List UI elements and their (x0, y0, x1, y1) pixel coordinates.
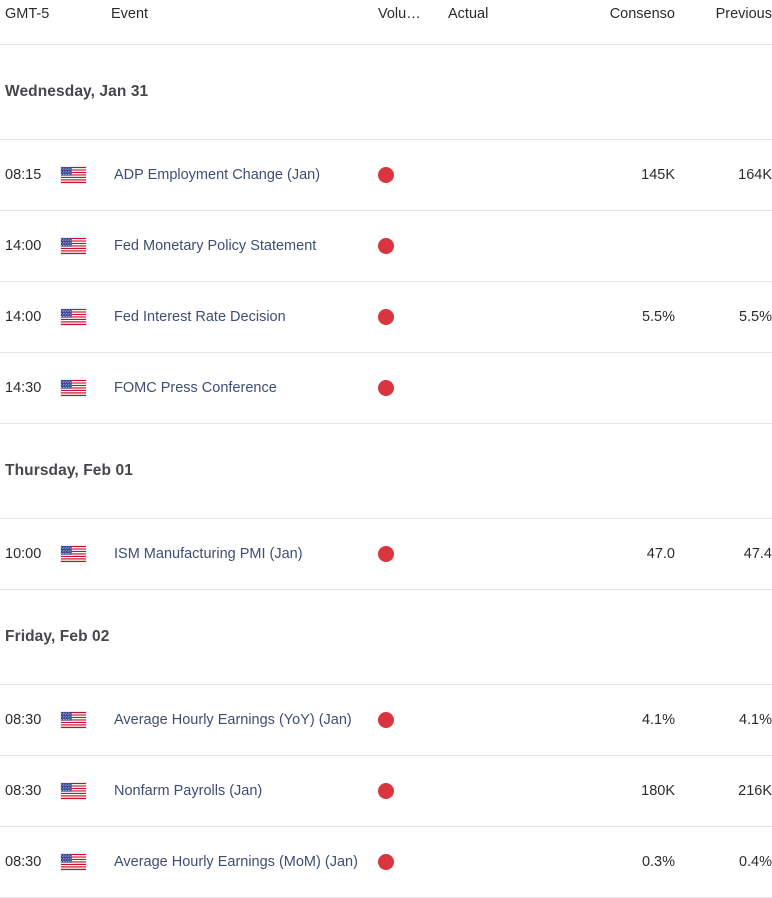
volatility-cell (364, 238, 448, 254)
volatility-high-icon (378, 167, 394, 183)
event-consensus: 180K (641, 782, 675, 799)
event-consensus: 47.0 (646, 545, 675, 562)
volatility-high-icon (378, 546, 394, 562)
column-header-previous[interactable]: Previous (710, 5, 772, 23)
us-flag-icon (60, 166, 87, 184)
event-consensus: 0.3% (641, 853, 675, 870)
event-previous: 164K (738, 166, 772, 183)
event-name[interactable]: Fed Monetary Policy Statement (114, 237, 364, 256)
volatility-cell (364, 546, 448, 562)
date-group-header-1: Thursday, Feb 01 (0, 424, 772, 519)
volatility-cell (364, 309, 448, 325)
event-consensus: 145K (641, 166, 675, 183)
country-flag-cell (57, 237, 114, 255)
event-previous: 0.4% (738, 853, 772, 870)
event-time: 08:30 (5, 711, 42, 728)
table-row[interactable]: 14:00 Fed Monetary Policy Statement (0, 211, 772, 282)
event-previous: 216K (738, 782, 772, 799)
event-time: 10:00 (5, 545, 42, 562)
volatility-cell (364, 712, 448, 728)
us-flag-icon (60, 782, 87, 800)
calendar-body: Wednesday, Jan 31 08:15 ADP Employment C… (0, 45, 772, 898)
event-previous: 4.1% (738, 711, 772, 728)
calendar-header-row: GMT-5 Event Volu… Actual Consenso Previo… (0, 0, 772, 45)
volatility-high-icon (378, 712, 394, 728)
volatility-high-icon (378, 238, 394, 254)
volatility-high-icon (378, 783, 394, 799)
country-flag-cell (57, 545, 114, 563)
date-group-header-0: Wednesday, Jan 31 (0, 45, 772, 140)
date-group-header-2: Friday, Feb 02 (0, 590, 772, 685)
event-previous: 5.5% (738, 308, 772, 325)
volatility-cell (364, 783, 448, 799)
us-flag-icon (60, 308, 87, 326)
column-header-volatility[interactable]: Volu… (364, 5, 448, 23)
event-time: 14:30 (5, 379, 42, 396)
event-time: 08:30 (5, 782, 42, 799)
volatility-high-icon (378, 309, 394, 325)
volatility-cell (364, 854, 448, 870)
column-header-consensus[interactable]: Consenso (560, 5, 710, 23)
event-time: 14:00 (5, 237, 42, 254)
country-flag-cell (57, 711, 114, 729)
us-flag-icon (60, 237, 87, 255)
date-group-label: Friday, Feb 02 (5, 628, 110, 645)
event-name[interactable]: Average Hourly Earnings (YoY) (Jan) (114, 711, 364, 730)
table-row[interactable]: 14:00 Fed Interest Rate Decision 5.5% 5.… (0, 282, 772, 353)
event-consensus: 4.1% (641, 711, 675, 728)
column-header-timezone[interactable]: GMT-5 (0, 5, 57, 23)
event-consensus: 5.5% (641, 308, 675, 325)
us-flag-icon (60, 545, 87, 563)
volatility-cell (364, 380, 448, 396)
table-row[interactable]: 08:15 ADP Employment Change (Jan) 145K 1… (0, 140, 772, 211)
date-group-label: Thursday, Feb 01 (5, 462, 133, 479)
economic-calendar: GMT-5 Event Volu… Actual Consenso Previo… (0, 0, 772, 898)
volatility-high-icon (378, 854, 394, 870)
volatility-high-icon (378, 380, 394, 396)
event-time: 08:30 (5, 853, 42, 870)
country-flag-cell (57, 782, 114, 800)
event-name[interactable]: Nonfarm Payrolls (Jan) (114, 782, 364, 801)
us-flag-icon (60, 379, 87, 397)
event-name[interactable]: ADP Employment Change (Jan) (114, 166, 364, 185)
table-row[interactable]: 08:30 Average Hourly Earnings (MoM) (Jan… (0, 827, 772, 898)
table-row[interactable]: 08:30 Nonfarm Payrolls (Jan) 180K 216K (0, 756, 772, 827)
column-header-actual[interactable]: Actual (448, 5, 560, 23)
table-row[interactable]: 14:30 FOMC Press Conference (0, 353, 772, 424)
us-flag-icon (60, 711, 87, 729)
event-previous: 47.4 (743, 545, 772, 562)
event-time: 08:15 (5, 166, 42, 183)
country-flag-cell (57, 308, 114, 326)
us-flag-icon (60, 853, 87, 871)
event-name[interactable]: Average Hourly Earnings (MoM) (Jan) (114, 853, 364, 872)
column-header-event[interactable]: Event (111, 5, 364, 23)
date-group-label: Wednesday, Jan 31 (5, 83, 149, 100)
volatility-cell (364, 167, 448, 183)
country-flag-cell (57, 166, 114, 184)
event-time: 14:00 (5, 308, 42, 325)
table-row[interactable]: 08:30 Average Hourly Earnings (YoY) (Jan… (0, 685, 772, 756)
country-flag-cell (57, 853, 114, 871)
table-row[interactable]: 10:00 ISM Manufacturing PMI (Jan) 47.0 4… (0, 519, 772, 590)
country-flag-cell (57, 379, 114, 397)
event-name[interactable]: FOMC Press Conference (114, 379, 364, 398)
event-name[interactable]: ISM Manufacturing PMI (Jan) (114, 545, 364, 564)
event-name[interactable]: Fed Interest Rate Decision (114, 308, 364, 327)
